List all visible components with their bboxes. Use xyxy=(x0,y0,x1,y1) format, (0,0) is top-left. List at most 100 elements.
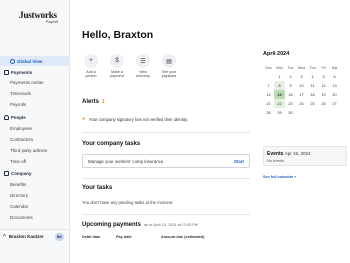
sidebar-item-third-party-admins[interactable]: Third party admins xyxy=(0,145,70,155)
page-title: Hello, Braxton xyxy=(82,29,154,41)
globe-icon xyxy=(10,58,15,64)
payments-heading: Upcoming payments as of April 15, 2024 at… xyxy=(82,222,198,228)
sidebar-item-payments-center[interactable]: Payments center xyxy=(0,77,70,87)
avatar[interactable]: BK xyxy=(55,233,64,241)
calendar-day[interactable]: 7 xyxy=(263,81,274,90)
calendar-day[interactable]: 27 xyxy=(329,99,340,108)
start-button[interactable]: Start xyxy=(234,159,244,164)
alerts-count: 1 xyxy=(102,99,105,105)
add-person-icon: + xyxy=(84,54,98,68)
events-title: Events xyxy=(267,151,284,157)
calendar-day[interactable]: 12 xyxy=(318,81,329,90)
company-task[interactable]: Manage your workers' comp insurance Star… xyxy=(82,154,250,168)
alert-text: Your company signatory has not verified … xyxy=(89,116,188,122)
sidebar-item-benefits[interactable]: Benefits xyxy=(0,179,70,189)
calendar-day[interactable]: 3 xyxy=(296,72,307,81)
calendar-day[interactable]: 9 xyxy=(285,81,296,90)
action-label: Add a person xyxy=(85,70,97,79)
calendar-day[interactable]: 4 xyxy=(307,72,318,81)
calendar-day[interactable]: 23 xyxy=(285,99,296,108)
paystub-icon: ▤ xyxy=(162,54,176,68)
calendar-day[interactable]: 24 xyxy=(296,99,307,108)
user-name: Braxton Kautzer xyxy=(8,234,44,239)
payment-action[interactable]: $ Make a payment xyxy=(108,54,126,79)
sidebar-item-directory[interactable]: Directory xyxy=(0,190,70,200)
calendar-day[interactable]: 8 xyxy=(274,81,285,90)
payments-icon xyxy=(4,69,9,75)
calendar-day[interactable]: 29 xyxy=(274,108,285,117)
calendar-day[interactable]: 22 xyxy=(274,99,285,108)
weekday-label: Tue xyxy=(287,65,294,70)
calendar-day[interactable]: 1 xyxy=(274,72,285,81)
action-label: See your paystubs xyxy=(161,70,177,79)
calendar-day[interactable]: 19 xyxy=(318,90,329,99)
calendar-day[interactable]: 18 xyxy=(307,90,318,99)
sidebar-item-time-off[interactable]: Time off xyxy=(0,156,70,166)
sidebar-item-label: Contractors xyxy=(10,136,34,142)
action-label: View directory xyxy=(136,70,150,79)
see-full-calendar-link[interactable]: See full calendar » xyxy=(263,175,296,179)
sidebar-item-contractors[interactable]: Contractors xyxy=(0,134,70,144)
calendar-month: April 2024 xyxy=(263,51,290,57)
calendar-day[interactable]: 25 xyxy=(307,99,318,108)
sidebar-item-label: Global View xyxy=(17,58,43,64)
calendar-empty-cell xyxy=(318,108,329,117)
sidebar-item-label: Payments center xyxy=(10,79,44,85)
add-person-action[interactable]: + Add a person xyxy=(82,54,100,79)
calendar-empty-cell xyxy=(307,108,318,117)
sidebar-item-payrolls[interactable]: Payrolls xyxy=(0,99,70,109)
weekday-label: Sat xyxy=(331,65,338,70)
calendar-day[interactable]: 11 xyxy=(307,81,318,90)
sidebar-item-people[interactable]: People xyxy=(0,112,70,122)
calendar-day[interactable]: 6 xyxy=(329,72,340,81)
divider xyxy=(82,178,250,179)
user-menu[interactable]: ^ Braxton Kautzer BK xyxy=(0,229,70,243)
calendar-day[interactable]: 21 xyxy=(263,99,274,108)
payments-table-header: Debit date Pay date Amount due (estimated) xyxy=(82,235,250,239)
calendar-day[interactable]: 26 xyxy=(318,99,329,108)
sidebar-item-label: Timecards xyxy=(10,90,31,96)
weekday-label: Mon xyxy=(276,65,283,70)
calendar-empty-cell xyxy=(296,108,307,117)
alerts-title: Alerts xyxy=(82,99,100,105)
sidebar-item-label: Company xyxy=(11,170,32,176)
column-header: Pay date xyxy=(116,235,132,239)
sidebar-item-calendar[interactable]: Calendar xyxy=(0,201,70,211)
calendar-day[interactable]: 30 xyxy=(285,108,296,117)
weekday-label: Sun xyxy=(265,65,272,70)
calendar-day[interactable]: 10 xyxy=(296,81,307,90)
calendar-day[interactable]: 20 xyxy=(329,90,340,99)
sidebar-item-label: Employees xyxy=(10,125,33,131)
weekday-label: Wed xyxy=(297,65,306,70)
paystub-action[interactable]: ▤ See your paystubs xyxy=(160,54,178,79)
calendar-day[interactable]: 15 xyxy=(274,90,285,99)
calendar-day[interactable]: 5 xyxy=(318,72,329,81)
app-logo[interactable]: Justworks Payroll xyxy=(18,10,58,24)
sidebar-item-label: Benefits xyxy=(10,181,27,187)
empty-tasks-text: You don't have any pending tasks at the … xyxy=(82,200,174,205)
sidebar-item-timecards[interactable]: Timecards xyxy=(0,88,70,98)
calendar-grid: Sun Mon Tue Wed Thu Fri Sat 1 2 3 4 5 6 7 8 9 10 11 12 13 14… xyxy=(263,63,347,117)
people-icon xyxy=(4,114,9,120)
sidebar-item-global-view[interactable]: Global View xyxy=(0,56,70,66)
sidebar-item-documents[interactable]: Documents xyxy=(0,212,70,222)
task-label: Manage your workers' comp insurance xyxy=(88,158,164,164)
calendar-day[interactable]: 2 xyxy=(285,72,296,81)
warning-icon: ● xyxy=(82,116,86,122)
directory-action[interactable]: ☰ View directory xyxy=(134,54,152,79)
your-tasks-title: Your tasks xyxy=(82,185,113,191)
calendar-day[interactable]: 16 xyxy=(285,90,296,99)
calendar-day[interactable]: 17 xyxy=(296,90,307,99)
events-heading: Events Apr 15, 2024 xyxy=(267,151,343,157)
sidebar-item-company[interactable]: Company xyxy=(0,168,70,178)
sidebar-item-label: Payrolls xyxy=(10,101,27,107)
sidebar-item-payments[interactable]: Payments xyxy=(0,67,70,77)
payments-title: Upcoming payments xyxy=(82,222,142,228)
calendar-day[interactable]: 28 xyxy=(263,108,274,117)
sidebar-item-employees[interactable]: Employees xyxy=(0,123,70,133)
calendar-day[interactable]: 13 xyxy=(329,81,340,90)
weekday-label: Fri xyxy=(321,65,326,70)
alert-item[interactable]: ● Your company signatory has not verifie… xyxy=(82,116,188,122)
calendar-day[interactable]: 14 xyxy=(263,90,274,99)
events-date: Apr 15, 2024 xyxy=(284,151,311,156)
